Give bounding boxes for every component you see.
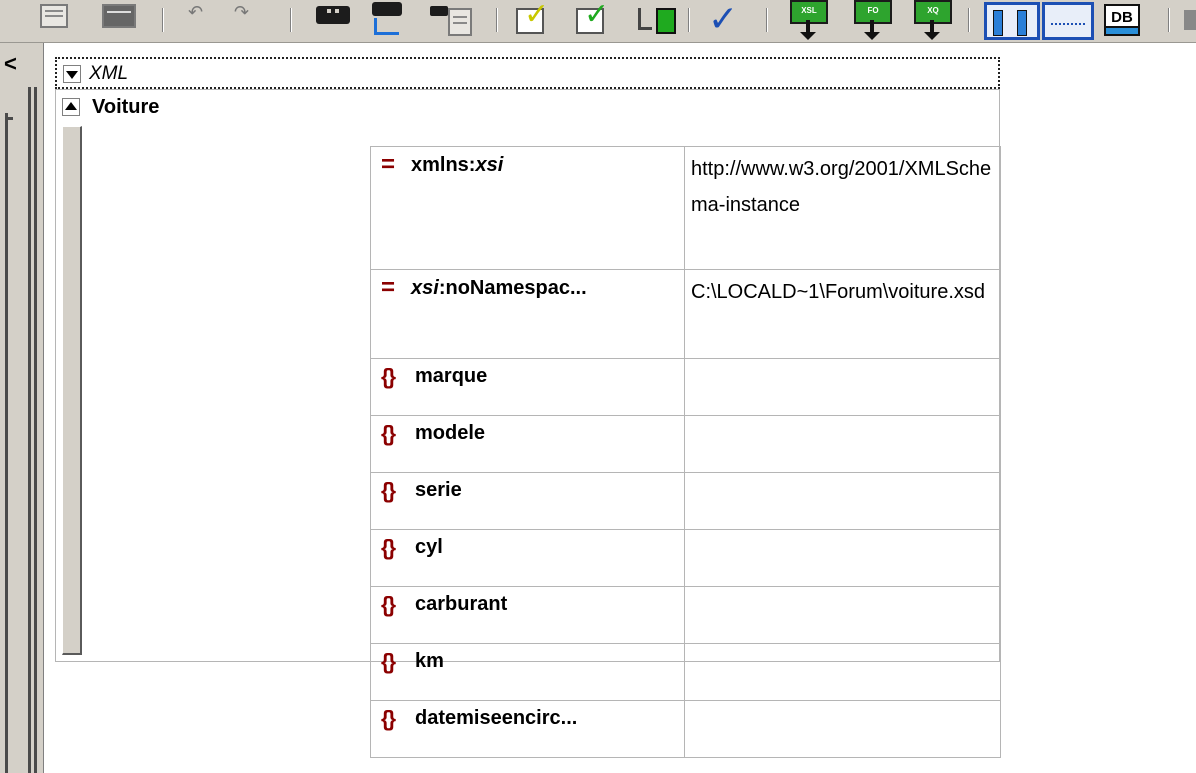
attribute-name-local: :noNamespac... xyxy=(438,276,587,299)
collapse-toggle[interactable] xyxy=(63,65,81,83)
table-row: = xsi:noNamespac... C:\LOCALD~1\Forum\vo… xyxy=(370,269,1001,359)
panel-divider xyxy=(5,113,8,773)
main-toolbar: ↶ ↷ ✓ ✓ ✓ XSL FO XQ DB xyxy=(0,0,1196,43)
grid-bar xyxy=(1017,10,1027,36)
arrow-head xyxy=(864,32,880,40)
element-name: km xyxy=(415,650,444,672)
panel-divider[interactable] xyxy=(28,87,31,773)
xsl-transform-icon[interactable]: XSL xyxy=(790,0,830,40)
element-value-cell[interactable] xyxy=(684,586,1001,644)
element-name-cell[interactable]: {} cyl xyxy=(370,529,685,587)
xml-document-label: XML xyxy=(89,63,129,84)
element-name: cyl xyxy=(415,536,443,558)
table-row: {} serie xyxy=(370,472,1001,530)
element-name: datemiseencirc... xyxy=(415,707,578,729)
element-value-cell[interactable] xyxy=(684,415,1001,473)
toolbar-separator xyxy=(290,8,292,32)
attribute-icon: = xyxy=(381,151,396,178)
toolbar-separator xyxy=(162,8,164,32)
element-name-cell[interactable]: {} km xyxy=(370,643,685,701)
attribute-value-cell[interactable]: C:\LOCALD~1\Forum\voiture.xsd xyxy=(684,269,1001,359)
attribute-name-cell[interactable]: = xmlns: xsi xyxy=(370,146,685,270)
table-row: {} carburant xyxy=(370,586,1001,644)
panel-divider xyxy=(34,87,37,773)
arrow-head xyxy=(924,32,940,40)
more-icon[interactable] xyxy=(1184,10,1196,30)
xq-transform-icon[interactable]: XQ xyxy=(914,0,954,40)
attribute-name-local: xsi xyxy=(475,153,504,176)
grid-view-icon[interactable] xyxy=(984,2,1040,40)
triangle-up-icon xyxy=(65,102,77,110)
element-icon: {} xyxy=(381,591,396,617)
undo-icon[interactable]: ↶ xyxy=(188,2,203,23)
table-row: {} modele xyxy=(370,415,1001,473)
root-element-name: Voiture xyxy=(92,96,160,118)
validate-schema-icon[interactable] xyxy=(636,8,676,34)
element-icon: {} xyxy=(381,534,396,560)
replace-icon[interactable] xyxy=(370,0,410,35)
toolbar-separator xyxy=(1168,8,1170,32)
element-expander-bar[interactable] xyxy=(62,126,82,655)
page-icon[interactable] xyxy=(40,4,68,28)
element-name-cell[interactable]: {} modele xyxy=(370,415,685,473)
element-name-cell[interactable]: {} marque xyxy=(370,358,685,416)
fo-transform-icon[interactable]: FO xyxy=(854,0,894,40)
element-value-cell[interactable] xyxy=(684,700,1001,758)
table-row: {} km xyxy=(370,643,1001,701)
element-name: serie xyxy=(415,479,462,501)
attribute-value: C:\LOCALD~1\Forum\voiture.xsd xyxy=(691,281,985,303)
db-icon[interactable]: DB xyxy=(1104,4,1140,36)
attribute-icon: = xyxy=(381,274,396,301)
toolbar-separator xyxy=(688,8,690,32)
element-name: marque xyxy=(415,365,488,387)
element-name: carburant xyxy=(415,593,508,615)
grid-editor: XML Voiture = xmlns: xsi http://www.w3.o… xyxy=(45,43,1196,773)
table-row: {} datemiseencirc... xyxy=(370,700,1001,758)
child-nodes-table: = xmlns: xsi http://www.w3.org/2001/XMLSc… xyxy=(370,146,1001,758)
spellcheck-icon[interactable]: ✓ xyxy=(708,0,738,40)
redo-icon[interactable]: ↷ xyxy=(234,2,249,23)
root-element-header[interactable]: Voiture xyxy=(56,90,999,126)
arrow-head xyxy=(800,32,816,40)
attribute-name-prefix: xmlns: xyxy=(411,153,476,176)
element-name-cell[interactable]: {} carburant xyxy=(370,586,685,644)
toolbar-separator xyxy=(968,8,970,32)
collapse-panel-icon[interactable]: < xyxy=(4,53,17,75)
grid-bar xyxy=(993,10,1003,36)
element-name-cell[interactable]: {} datemiseencirc... xyxy=(370,700,685,758)
attribute-name-cell[interactable]: = xsi:noNamespac... xyxy=(370,269,685,359)
attribute-name-prefix: xsi xyxy=(411,276,439,299)
element-icon: {} xyxy=(381,648,396,674)
root-element-block: Voiture = xmlns: xsi http://www.w3.org/20… xyxy=(55,89,1001,758)
attribute-value-cell[interactable]: http://www.w3.org/2001/XMLSchema-instanc… xyxy=(684,146,1001,270)
toolbar-separator xyxy=(766,8,768,32)
element-value-cell[interactable] xyxy=(684,472,1001,530)
text-view-icon[interactable] xyxy=(1042,2,1094,40)
element-value-cell[interactable] xyxy=(684,358,1001,416)
find-icon[interactable] xyxy=(316,6,350,24)
xml-document-row[interactable]: XML xyxy=(55,57,1000,89)
element-value-cell[interactable] xyxy=(684,643,1001,701)
element-icon: {} xyxy=(381,420,396,446)
text-lines xyxy=(1051,23,1085,31)
panel-tick xyxy=(5,117,13,120)
toolbar-separator xyxy=(496,8,498,32)
element-icon: {} xyxy=(381,363,396,389)
attribute-value: http://www.w3.org/2001/XMLSchema-instanc… xyxy=(691,158,992,216)
element-name-cell[interactable]: {} serie xyxy=(370,472,685,530)
table-row: {} marque xyxy=(370,358,1001,416)
page-icon[interactable] xyxy=(102,4,136,28)
element-icon: {} xyxy=(381,705,396,731)
expand-toggle[interactable] xyxy=(62,98,80,116)
element-value-cell[interactable] xyxy=(684,529,1001,587)
triangle-down-icon xyxy=(66,71,78,79)
find-in-files-icon[interactable] xyxy=(430,2,474,36)
table-row: = xmlns: xsi http://www.w3.org/2001/XMLSc… xyxy=(370,146,1001,270)
table-row: {} cyl xyxy=(370,529,1001,587)
element-name: modele xyxy=(415,422,486,444)
left-panel-strip: < xyxy=(0,43,44,773)
element-icon: {} xyxy=(381,477,396,503)
